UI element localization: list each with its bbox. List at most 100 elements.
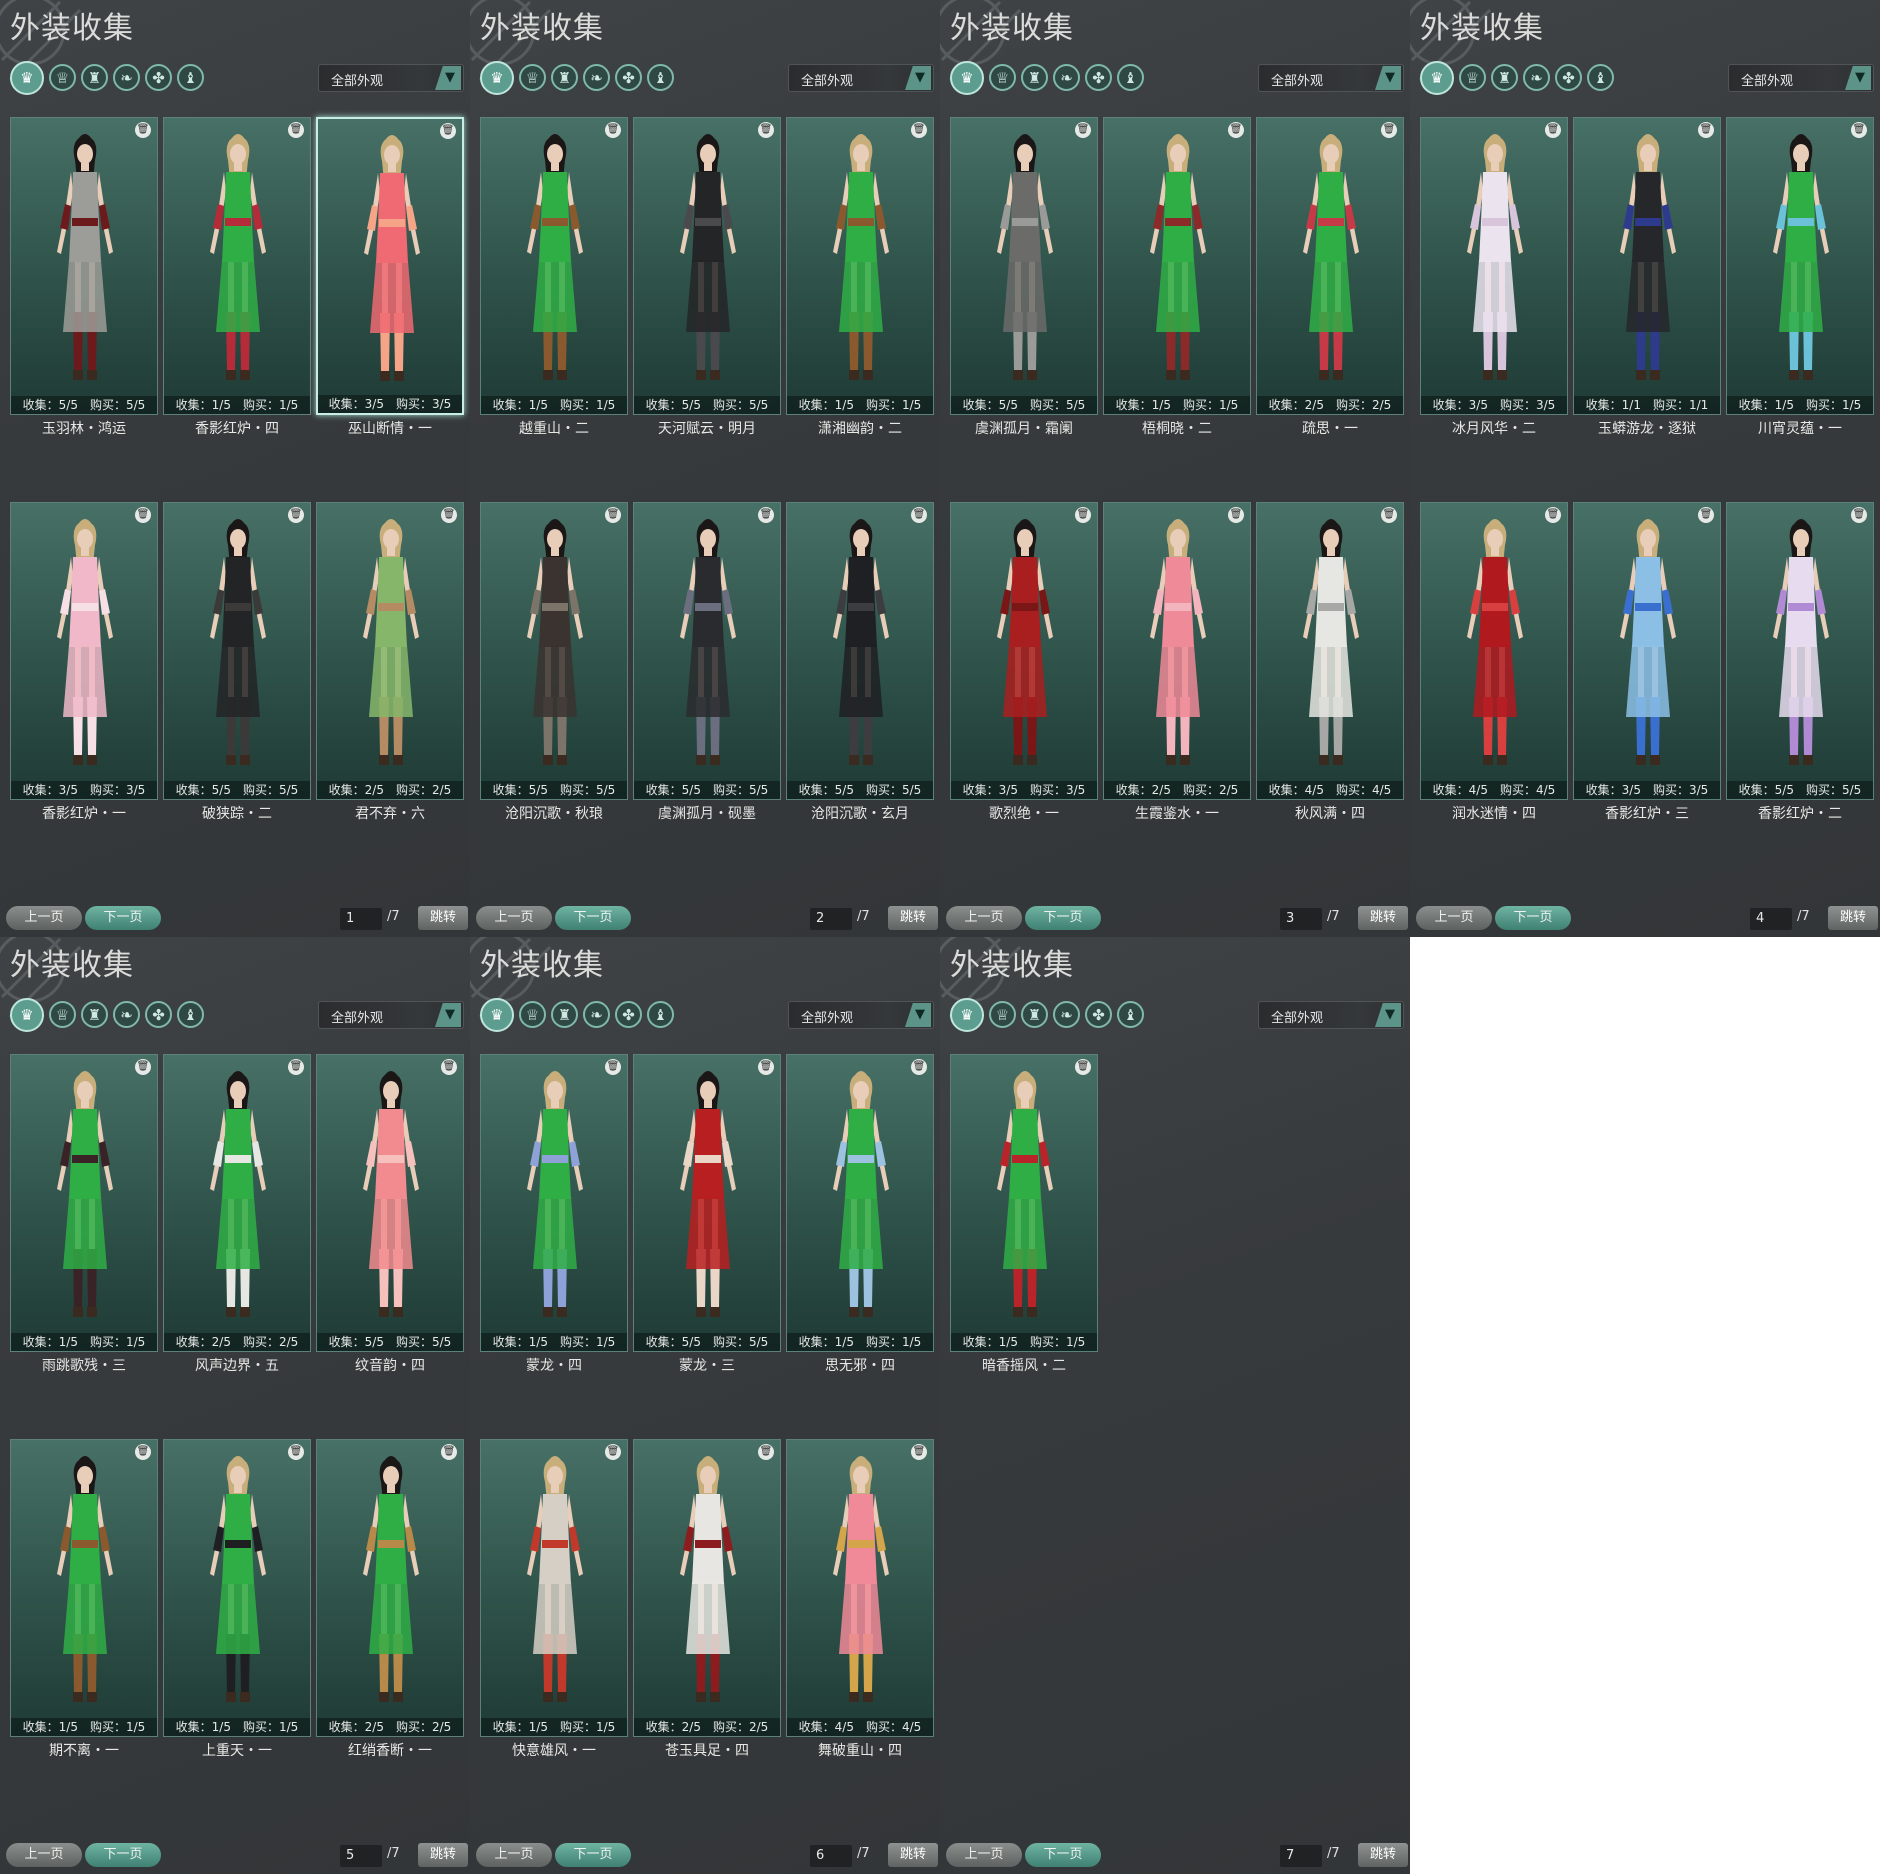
appearance-filter-dropdown[interactable]: 全部外观 ▼	[318, 64, 464, 92]
tab-all-icon[interactable]: ♛	[480, 61, 514, 95]
prev-page-button[interactable]: 上一页	[476, 906, 552, 930]
trash-icon[interactable]: 🗑	[1381, 507, 1397, 523]
trash-icon[interactable]: 🗑	[288, 122, 304, 138]
outfit-card[interactable]: 🗑 收集：5/5 购买：5/5 虞渊孤月・砚墨	[633, 502, 781, 822]
outfit-card[interactable]: 🗑 收集：3/5 购买：3/5 香影红炉・一	[10, 502, 158, 822]
page-number-input[interactable]: 1	[340, 908, 382, 930]
outfit-card[interactable]: 🗑 收集：1/5 购买：1/5 香影红炉・四	[163, 117, 311, 437]
trash-icon[interactable]: 🗑	[911, 1444, 927, 1460]
tab-pants-icon[interactable]: ❧	[1053, 64, 1080, 91]
tab-pants-icon[interactable]: ❧	[1053, 1001, 1080, 1028]
appearance-filter-dropdown[interactable]: 全部外观 ▼	[318, 1001, 464, 1029]
tab-top-icon[interactable]: ♜	[1491, 64, 1518, 91]
trash-icon[interactable]: 🗑	[1698, 122, 1714, 138]
appearance-filter-dropdown[interactable]: 全部外观 ▼	[1258, 64, 1404, 92]
page-number-input[interactable]: 5	[340, 1845, 382, 1867]
prev-page-button[interactable]: 上一页	[476, 1843, 552, 1867]
jump-button[interactable]: 跳转	[1358, 906, 1408, 930]
outfit-card[interactable]: 🗑 收集：5/5 购买：5/5 破狭踪・二	[163, 502, 311, 822]
trash-icon[interactable]: 🗑	[441, 1444, 457, 1460]
jump-button[interactable]: 跳转	[888, 1843, 938, 1867]
trash-icon[interactable]: 🗑	[1228, 507, 1244, 523]
tab-pants-icon[interactable]: ❧	[1523, 64, 1550, 91]
prev-page-button[interactable]: 上一页	[6, 906, 82, 930]
appearance-filter-dropdown[interactable]: 全部外观 ▼	[788, 1001, 934, 1029]
tab-pants-icon[interactable]: ❧	[113, 64, 140, 91]
tab-boots-icon[interactable]: ♝	[1587, 64, 1614, 91]
outfit-card[interactable]: 🗑 收集：5/5 购买：5/5 纹音韵・四	[316, 1054, 464, 1374]
tab-hat-icon[interactable]: ♕	[49, 1001, 76, 1028]
prev-page-button[interactable]: 上一页	[946, 1843, 1022, 1867]
outfit-card[interactable]: 🗑 收集：1/5 购买：1/5 川宵灵蕴・一	[1726, 117, 1874, 437]
appearance-filter-dropdown[interactable]: 全部外观 ▼	[788, 64, 934, 92]
jump-button[interactable]: 跳转	[888, 906, 938, 930]
trash-icon[interactable]: 🗑	[135, 122, 151, 138]
outfit-card[interactable]: 🗑 收集：1/5 购买：1/5 思无邪・四	[786, 1054, 934, 1374]
tab-hat-icon[interactable]: ♕	[989, 64, 1016, 91]
trash-icon[interactable]: 🗑	[1228, 122, 1244, 138]
tab-boots-icon[interactable]: ♝	[647, 64, 674, 91]
tab-boots-icon[interactable]: ♝	[177, 1001, 204, 1028]
outfit-card[interactable]: 🗑 收集：4/5 购买：4/5 润水迷情・四	[1420, 502, 1568, 822]
jump-button[interactable]: 跳转	[418, 906, 468, 930]
next-page-button[interactable]: 下一页	[85, 906, 161, 930]
tab-gloves-icon[interactable]: ✤	[1085, 64, 1112, 91]
outfit-card[interactable]: 🗑 收集：1/5 购买：1/5 快意雄风・一	[480, 1439, 628, 1759]
outfit-card[interactable]: 🗑 收集：5/5 购买：5/5 玉羽林・鸿运	[10, 117, 158, 437]
tab-top-icon[interactable]: ♜	[551, 1001, 578, 1028]
jump-button[interactable]: 跳转	[418, 1843, 468, 1867]
outfit-card[interactable]: 🗑 收集：3/5 购买：3/5 冰月风华・二	[1420, 117, 1568, 437]
prev-page-button[interactable]: 上一页	[946, 906, 1022, 930]
next-page-button[interactable]: 下一页	[85, 1843, 161, 1867]
outfit-card[interactable]: 🗑 收集：5/5 购买：5/5 沧阳沉歌・玄月	[786, 502, 934, 822]
tab-top-icon[interactable]: ♜	[81, 64, 108, 91]
outfit-card[interactable]: 🗑 收集：5/5 购买：5/5 蒙龙・三	[633, 1054, 781, 1374]
outfit-card[interactable]: 🗑 收集：5/5 购买：5/5 沧阳沉歌・秋琅	[480, 502, 628, 822]
tab-hat-icon[interactable]: ♕	[1459, 64, 1486, 91]
tab-pants-icon[interactable]: ❧	[113, 1001, 140, 1028]
trash-icon[interactable]: 🗑	[135, 1444, 151, 1460]
tab-boots-icon[interactable]: ♝	[647, 1001, 674, 1028]
trash-icon[interactable]: 🗑	[1698, 507, 1714, 523]
outfit-card[interactable]: 🗑 收集：1/5 购买：1/5 期不离・一	[10, 1439, 158, 1759]
next-page-button[interactable]: 下一页	[1495, 906, 1571, 930]
trash-icon[interactable]: 🗑	[1381, 122, 1397, 138]
trash-icon[interactable]: 🗑	[1545, 122, 1561, 138]
tab-all-icon[interactable]: ♛	[950, 61, 984, 95]
trash-icon[interactable]: 🗑	[1851, 122, 1867, 138]
tab-gloves-icon[interactable]: ✤	[1085, 1001, 1112, 1028]
outfit-card[interactable]: 🗑 收集：2/5 购买：2/5 疏思・一	[1256, 117, 1404, 437]
outfit-card[interactable]: 🗑 收集：2/5 购买：2/5 生霞鉴水・一	[1103, 502, 1251, 822]
tab-top-icon[interactable]: ♜	[551, 64, 578, 91]
outfit-card[interactable]: 🗑 收集：2/5 购买：2/5 君不弃・六	[316, 502, 464, 822]
outfit-card[interactable]: 🗑 收集：1/5 购买：1/5 蒙龙・四	[480, 1054, 628, 1374]
outfit-card[interactable]: 🗑 收集：3/5 购买：3/5 歌烈绝・一	[950, 502, 1098, 822]
outfit-card[interactable]: 🗑 收集：1/5 购买：1/5 雨跳歌残・三	[10, 1054, 158, 1374]
tab-all-icon[interactable]: ♛	[10, 998, 44, 1032]
trash-icon[interactable]: 🗑	[1851, 507, 1867, 523]
trash-icon[interactable]: 🗑	[135, 507, 151, 523]
tab-top-icon[interactable]: ♜	[1021, 1001, 1048, 1028]
outfit-card[interactable]: 🗑 收集：5/5 购买：5/5 天河赋云・明月	[633, 117, 781, 437]
tab-gloves-icon[interactable]: ✤	[145, 64, 172, 91]
page-number-input[interactable]: 6	[810, 1845, 852, 1867]
tab-pants-icon[interactable]: ❧	[583, 64, 610, 91]
tab-hat-icon[interactable]: ♕	[519, 1001, 546, 1028]
trash-icon[interactable]: 🗑	[288, 1059, 304, 1075]
tab-gloves-icon[interactable]: ✤	[615, 1001, 642, 1028]
page-number-input[interactable]: 2	[810, 908, 852, 930]
outfit-card[interactable]: 🗑 收集：1/5 购买：1/5 梧桐晓・二	[1103, 117, 1251, 437]
outfit-card[interactable]: 🗑 收集：4/5 购买：4/5 舞破重山・四	[786, 1439, 934, 1759]
outfit-card[interactable]: 🗑 收集：2/5 购买：2/5 风声边界・五	[163, 1054, 311, 1374]
tab-boots-icon[interactable]: ♝	[1117, 1001, 1144, 1028]
trash-icon[interactable]: 🗑	[911, 507, 927, 523]
tab-boots-icon[interactable]: ♝	[177, 64, 204, 91]
tab-top-icon[interactable]: ♜	[1021, 64, 1048, 91]
outfit-card[interactable]: 🗑 收集：3/5 购买：3/5 巫山断情・一	[316, 117, 464, 437]
tab-pants-icon[interactable]: ❧	[583, 1001, 610, 1028]
page-number-input[interactable]: 4	[1750, 908, 1792, 930]
jump-button[interactable]: 跳转	[1358, 1843, 1408, 1867]
trash-icon[interactable]: 🗑	[1075, 122, 1091, 138]
tab-top-icon[interactable]: ♜	[81, 1001, 108, 1028]
outfit-card[interactable]: 🗑 收集：1/1 购买：1/1 玉蟒游龙・逐狱	[1573, 117, 1721, 437]
